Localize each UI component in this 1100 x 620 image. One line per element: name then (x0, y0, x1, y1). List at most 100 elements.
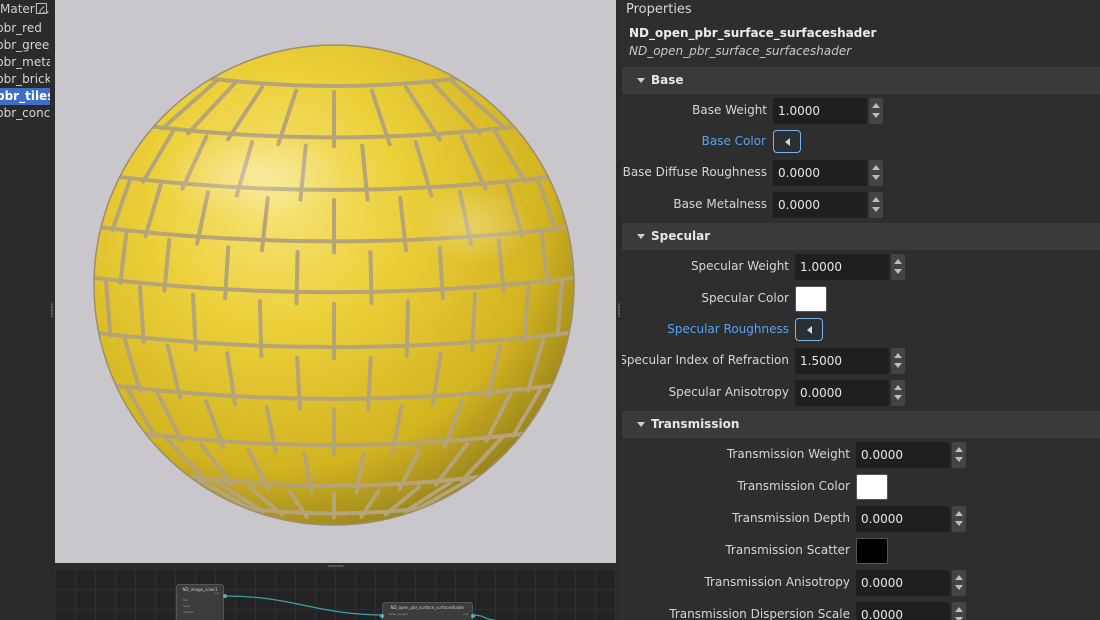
property-transmission-weight: Transmission Weight 0.0000 (622, 442, 1100, 468)
undock-icon[interactable] (36, 3, 47, 14)
spinbox-arrows[interactable] (952, 602, 966, 620)
transmission-scatter-swatch[interactable] (856, 538, 888, 564)
decrement-arrow-icon[interactable] (955, 521, 963, 526)
spinbox-value[interactable]: 1.5000 (795, 348, 889, 374)
spinbox-arrows[interactable] (952, 442, 966, 468)
increment-arrow-icon[interactable] (894, 259, 902, 264)
spinbox-arrows[interactable] (869, 98, 883, 124)
property-transmission-anisotropy: Transmission Anisotropy 0.0000 (622, 570, 1100, 596)
property-transmission-color: Transmission Color (622, 474, 1100, 500)
grout-joint (295, 355, 302, 411)
left-splitter-handle[interactable] (50, 0, 54, 620)
input-pin[interactable] (380, 614, 384, 618)
material-item-red[interactable]: pbr_red (0, 20, 50, 37)
material-item-tiles[interactable]: pbr_tiles (0, 88, 50, 105)
output-pin[interactable] (471, 614, 475, 618)
increment-arrow-icon[interactable] (955, 447, 963, 452)
spinbox-arrows[interactable] (891, 254, 905, 280)
graph-port-label: layer (183, 604, 191, 608)
increment-arrow-icon[interactable] (894, 385, 902, 390)
spinbox-arrows[interactable] (891, 348, 905, 374)
property-specular-weight: Specular Weight 1.0000 (622, 254, 1100, 280)
decrement-arrow-icon[interactable] (872, 175, 880, 180)
material-item-brick[interactable]: pbr_brick (0, 71, 50, 88)
spinbox-value[interactable]: 0.0000 (856, 602, 950, 620)
increment-arrow-icon[interactable] (955, 607, 963, 612)
node-name: ND_open_pbr_surface_surfaceshader (629, 26, 877, 40)
increment-arrow-icon[interactable] (872, 165, 880, 170)
property-label: Base Metalness (673, 197, 767, 211)
property-label: Transmission Color (737, 479, 850, 493)
materials-panel: Materi... pbr_red pbr_green pbr_metal pb… (0, 0, 50, 620)
spinbox-value[interactable]: 0.0000 (856, 506, 950, 532)
increment-arrow-icon[interactable] (872, 197, 880, 202)
decrement-arrow-icon[interactable] (894, 363, 902, 368)
increment-arrow-icon[interactable] (894, 353, 902, 358)
base-color-connection-button[interactable] (773, 130, 801, 153)
spinbox-arrows[interactable] (869, 160, 883, 186)
property-label-link[interactable]: Specular Roughness (667, 322, 789, 336)
property-specular-roughness: Specular Roughness (622, 317, 1100, 343)
graph-node-image[interactable]: ND_image_color3 file layer default out (176, 584, 227, 620)
spinbox-value[interactable]: 0.0000 (795, 380, 889, 406)
grout-joint (470, 292, 478, 352)
material-item-label: pbr_red (0, 21, 42, 35)
node-graph[interactable]: ND_image_color3 file layer default out N… (55, 569, 616, 620)
graph-port-label: default (183, 610, 194, 614)
graph-port-label: out (463, 612, 468, 616)
spinbox-arrows[interactable] (952, 570, 966, 596)
material-item-label: pbr_metal (0, 55, 50, 69)
spinbox-arrows[interactable] (952, 506, 966, 532)
spinbox-arrows[interactable] (891, 380, 905, 406)
material-item-green[interactable]: pbr_green (0, 37, 50, 54)
spinbox-arrows[interactable] (869, 192, 883, 218)
specular-color-swatch[interactable] (795, 286, 827, 312)
spinbox-value[interactable]: 0.0000 (856, 442, 950, 468)
decrement-arrow-icon[interactable] (894, 395, 902, 400)
graph-node-title: ND_open_pbr_surface_surfaceshader (390, 605, 465, 610)
spinbox-value[interactable]: 0.0000 (856, 570, 950, 596)
node-type: ND_open_pbr_surface_surfaceshader (629, 44, 852, 58)
decrement-arrow-icon[interactable] (955, 585, 963, 590)
property-label: Base Weight (692, 103, 767, 117)
property-label: Transmission Scatter (725, 543, 850, 557)
spinbox-value[interactable]: 0.0000 (773, 192, 867, 218)
property-base-metalness: Base Metalness 0.0000 (622, 192, 1100, 218)
increment-arrow-icon[interactable] (872, 103, 880, 108)
right-splitter-handle[interactable] (617, 0, 621, 620)
decrement-arrow-icon[interactable] (872, 207, 880, 212)
spinbox-value[interactable]: 1.0000 (773, 98, 867, 124)
spinbox-value[interactable]: 0.0000 (773, 160, 867, 186)
specular-roughness-connection-button[interactable] (795, 318, 823, 341)
decrement-arrow-icon[interactable] (872, 113, 880, 118)
graph-node-surfaceshader[interactable]: ND_open_pbr_surface_surfaceshader base_w… (380, 602, 475, 620)
increment-arrow-icon[interactable] (955, 575, 963, 580)
section-specular[interactable]: Specular (622, 223, 1100, 250)
material-item-label: pbr_brick (0, 72, 50, 86)
decrement-arrow-icon[interactable] (894, 269, 902, 274)
increment-arrow-icon[interactable] (955, 511, 963, 516)
property-label: Transmission Weight (726, 447, 850, 461)
spinbox-value[interactable]: 1.0000 (795, 254, 889, 280)
collapse-arrow-icon (637, 78, 645, 83)
property-base-weight: Base Weight 1.0000 (622, 98, 1100, 124)
section-transmission[interactable]: Transmission (622, 411, 1100, 438)
transmission-color-swatch[interactable] (856, 474, 888, 500)
section-base[interactable]: Base (622, 67, 1100, 94)
material-item-label: pbr_green (0, 38, 50, 52)
property-base-diffuse-roughness: Base Diffuse Roughness 0.0000 (622, 160, 1100, 186)
property-label: Transmission Depth (732, 511, 850, 525)
grout-joint (190, 292, 198, 352)
output-pin[interactable] (223, 594, 227, 598)
property-transmission-depth: Transmission Depth 0.0000 (622, 506, 1100, 532)
decrement-arrow-icon[interactable] (955, 457, 963, 462)
property-specular-color: Specular Color (622, 286, 1100, 312)
property-transmission-scatter: Transmission Scatter (622, 538, 1100, 564)
material-item-label: pbr_concrete (0, 106, 50, 120)
material-editor-window: Materi... pbr_red pbr_green pbr_metal pb… (0, 0, 1100, 620)
property-label-link[interactable]: Base Color (702, 134, 766, 148)
material-item-concrete[interactable]: pbr_concrete (0, 105, 50, 122)
material-preview-sphere (55, 0, 616, 563)
render-viewport[interactable] (55, 0, 616, 563)
material-item-metal[interactable]: pbr_metal (0, 54, 50, 71)
